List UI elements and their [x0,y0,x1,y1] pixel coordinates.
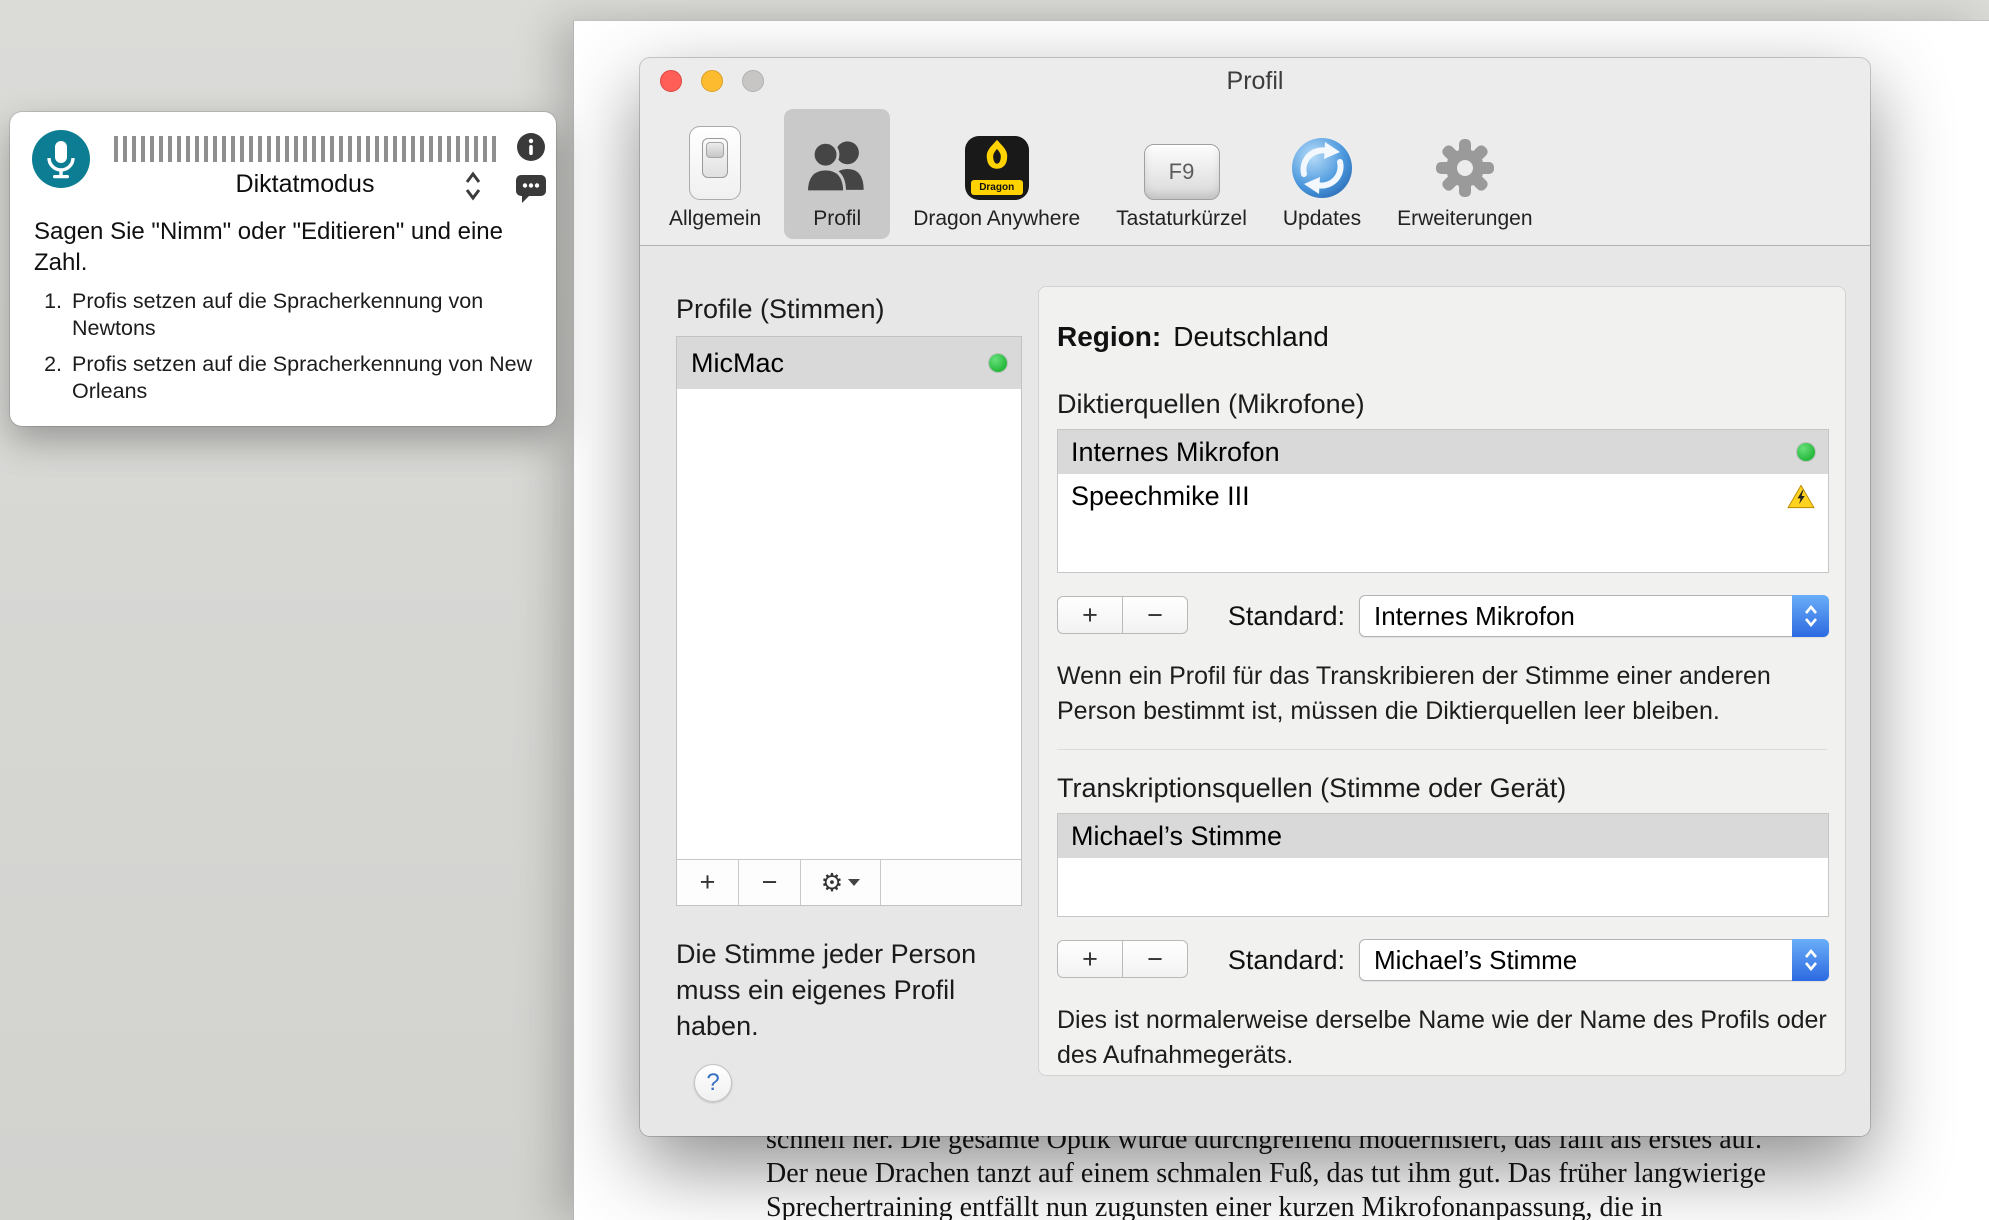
chevron-down-icon [848,879,860,886]
region-label: Region: [1057,321,1161,352]
tab-dragon-anywhere[interactable]: Dragon Dragon Anywhere [900,109,1093,239]
extensions-gear-icon [1433,136,1497,200]
standard-label: Standard: [1207,945,1345,976]
suggestion-item[interactable]: 2. Profis setzen auf die Spracherkennung… [34,351,542,405]
add-source-button[interactable]: + [1057,940,1123,978]
remove-source-button[interactable]: − [1122,940,1188,978]
document-line: Der neue Drachen tanzt auf einem schmale… [766,1157,1766,1191]
profile-row[interactable]: MicMac [677,337,1021,389]
standard-label: Standard: [1207,601,1345,632]
tab-erweiterungen[interactable]: Erweiterungen [1384,109,1545,239]
source-row[interactable]: Speechmike III [1058,474,1828,518]
preferences-toolbar: Allgemein Profil [640,104,1870,246]
suggestion-text: Profis setzen auf die Spracherkennung vo… [72,288,542,342]
chevron-up-down-icon [462,168,484,204]
document-line: Sprechertraining entfällt nun zugunsten … [766,1191,1766,1220]
popup-chevrons-icon [1792,595,1829,637]
remove-profile-button[interactable]: − [739,860,801,905]
add-profile-button[interactable]: + [677,860,739,905]
profiles-list-toolbar: + − ⚙ [677,859,1021,905]
key-label: F9 [1169,159,1195,185]
profile-actions-button[interactable]: ⚙ [801,860,881,905]
profiles-list: MicMac + − ⚙ [676,336,1022,906]
desktop: schnell her. Die gesamte Optik wurde dur… [0,0,1989,1220]
source-row[interactable]: Internes Mikrofon [1058,430,1828,474]
tab-label: Dragon Anywhere [913,207,1080,231]
warning-icon [1787,484,1815,509]
source-row[interactable]: Michael’s Stimme [1058,814,1828,858]
remove-source-button[interactable]: − [1122,596,1188,634]
region-row: Region: Deutschland [1057,321,1329,353]
profile-detail-panel: Region: Deutschland Diktierquellen (Mikro… [1038,286,1846,1076]
tab-label: Profil [813,207,861,231]
tab-updates[interactable]: Updates [1270,109,1374,239]
status-active-icon [1797,443,1815,461]
profile-users-icon [797,136,877,200]
suggestion-number: 1. [34,288,62,342]
dragon-badge: Dragon [971,180,1023,195]
dictation-sources-header: Diktierquellen (Mikrofone) [1057,389,1365,420]
source-name: Michael’s Stimme [1071,821,1815,852]
transcription-sources-note: Dies ist normalerweise derselbe Name wie… [1057,1003,1829,1073]
info-icon[interactable] [516,132,546,162]
tab-label: Tastaturkürzel [1116,207,1247,231]
source-name: Internes Mikrofon [1071,437,1797,468]
transcription-sources-header: Transkriptionsquellen (Stimme oder Gerät… [1057,773,1566,804]
transcription-sources-list: Michael’s Stimme [1057,813,1829,917]
profil-pane: Profile (Stimmen) MicMac + − ⚙ Die Stimm… [640,246,1870,1136]
tab-label: Erweiterungen [1397,207,1532,231]
dictation-sources-list: Internes Mikrofon Speechmike III [1057,429,1829,573]
standard-voice-dropdown[interactable]: Michael’s Stimme [1359,939,1829,981]
dragon-anywhere-icon: Dragon [965,136,1029,200]
mode-stepper[interactable] [462,168,484,204]
dictation-sources-note: Wenn ein Profil für das Transkribieren d… [1057,659,1829,729]
region-value: Deutschland [1173,321,1329,352]
popup-chevrons-icon [1792,939,1829,981]
dictation-instruction: Sagen Sie "Nimm" oder "Editieren" und ei… [34,216,539,278]
standard-mic-dropdown[interactable]: Internes Mikrofon [1359,595,1829,637]
suggestion-item[interactable]: 1. Profis setzen auf die Spracherkennung… [34,288,542,342]
general-switch-icon [689,126,741,200]
dictation-mode-label: Diktatmodus [114,170,496,199]
source-name: Speechmike III [1071,481,1787,512]
microphone-icon[interactable] [32,130,90,188]
help-button[interactable]: ? [694,1064,732,1102]
tab-profil[interactable]: Profil [784,109,890,239]
updates-sync-icon [1290,136,1354,200]
tab-tastaturkuerzel[interactable]: F9 Tastaturkürzel [1103,109,1260,239]
transcription-sources-controls: + − Standard: Michael’s Stimme [1057,939,1829,981]
titlebar[interactable]: Profil [640,58,1870,104]
keyboard-key-icon: F9 [1144,144,1220,200]
tab-label: Updates [1283,207,1361,231]
audio-level-meter [114,136,496,162]
document-text[interactable]: schnell her. Die gesamte Optik wurde dur… [766,1123,1766,1220]
profiles-note: Die Stimme jeder Person muss ein eigenes… [676,936,1000,1044]
dictation-suggestions: 1. Profis setzen auf die Spracherkennung… [34,288,542,414]
suggestion-number: 2. [34,351,62,405]
suggestion-text: Profis setzen auf die Spracherkennung vo… [72,351,542,405]
divider [1057,749,1827,750]
status-active-icon [989,354,1007,372]
dictation-sources-controls: + − Standard: Internes Mikrofon [1057,595,1829,637]
gear-icon: ⚙ [821,868,843,898]
tab-label: Allgemein [669,207,761,231]
profiles-header: Profile (Stimmen) [676,294,885,325]
dictation-status-window: Diktatmodus Sagen Sie "Nimm" oder [10,112,556,426]
preferences-window: Profil Allgemein [640,58,1870,1136]
tab-allgemein[interactable]: Allgemein [656,109,774,239]
dropdown-value: Internes Mikrofon [1374,596,1784,636]
window-title: Profil [640,58,1870,104]
add-source-button[interactable]: + [1057,596,1123,634]
toolbar-filler [881,860,1021,905]
dropdown-value: Michael’s Stimme [1374,940,1784,980]
profile-name: MicMac [691,348,989,379]
chat-bubble-icon[interactable] [515,174,547,204]
help-label: ? [706,1069,719,1097]
